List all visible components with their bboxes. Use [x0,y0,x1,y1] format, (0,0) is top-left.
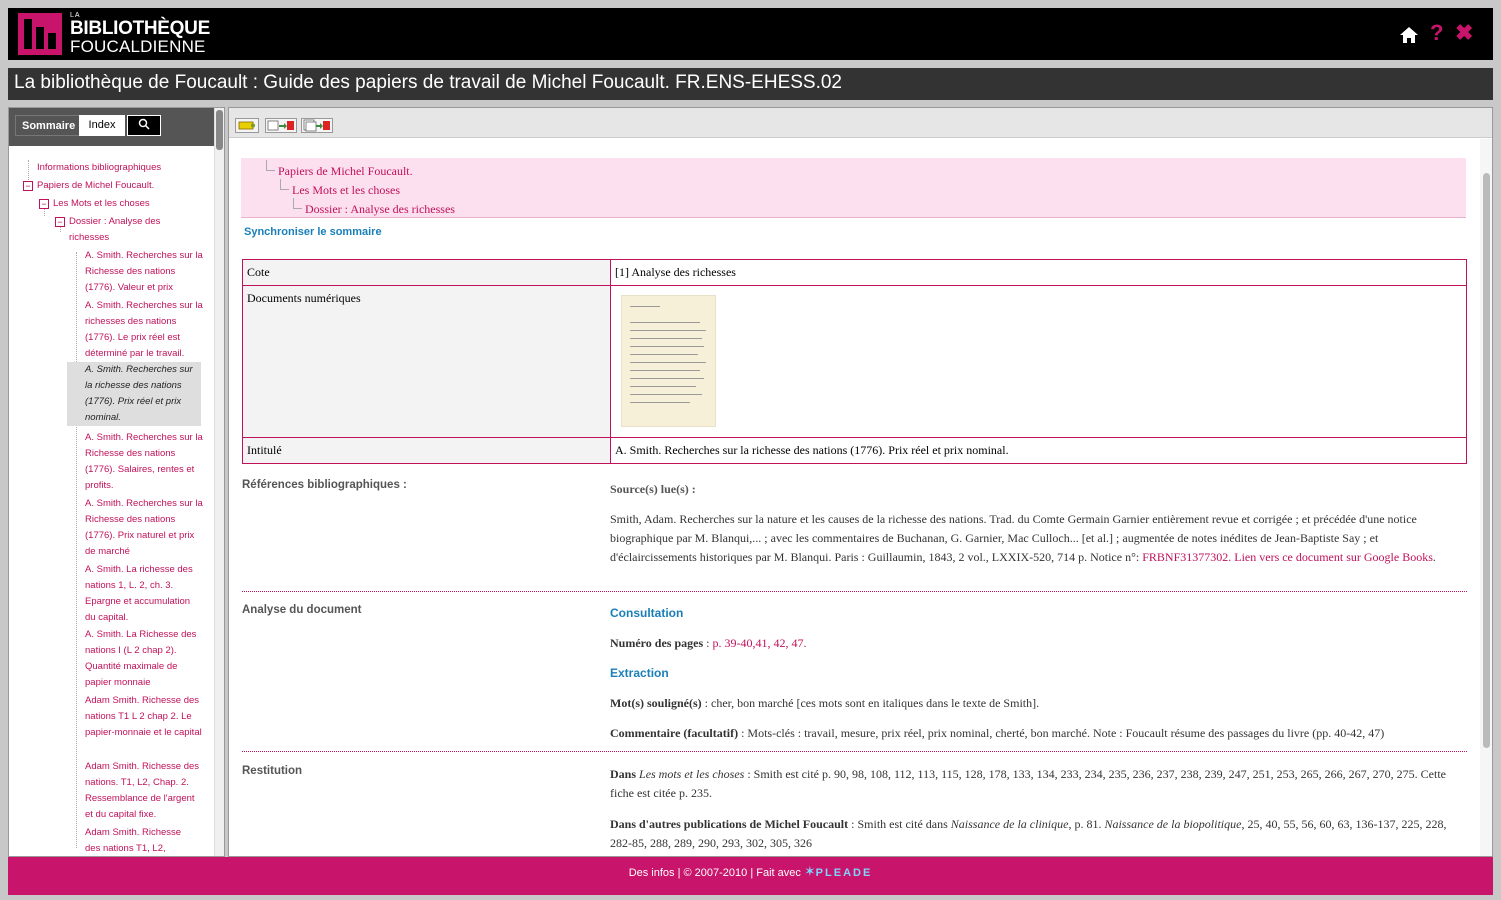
logo-line1: BIBLIOTHÈQUE [70,18,210,39]
tree-item-leaf[interactable]: Adam Smith. Richesse des nations. T1, L2… [85,759,205,823]
breadcrumb: Papiers de Michel Foucault. Les Mots et … [241,158,1466,218]
star-icon: ✶ [803,863,816,879]
sidebar-scroll-thumb[interactable] [216,110,223,150]
table-row: Documents numériques [242,285,1467,438]
footer: Des infos | © 2007-2010 | Fait avec ✶PLE… [8,857,1493,895]
tree-item-leaf[interactable]: Adam Smith. Richesse des nations T1 L 2 … [85,693,205,741]
analyse-body: Consultation Numéro des pages : p. 39-40… [610,604,1466,743]
tree-item-leaf[interactable]: A. Smith. Recherches sur la Richesse des… [85,430,203,494]
text-end: . [1432,550,1436,564]
dans-label: Dans [610,767,637,781]
extraction-heading: Extraction [610,666,669,680]
source-text: Smith, Adam. Recherches sur la nature et… [610,510,1466,567]
tree-item-mots[interactable]: Les Mots et les choses [53,196,203,212]
restitution-text-2a: : Smith est cité dans [848,817,951,831]
document-thumbnail[interactable] [621,295,716,427]
tab-index[interactable]: Index [79,115,125,136]
content-scroll-thumb[interactable] [1483,173,1490,748]
intitule-value: A. Smith. Recherches sur la richesse des… [610,437,1467,464]
tree-item-papiers[interactable]: Papiers de Michel Foucault. [37,178,207,194]
tree-item-informations[interactable]: Informations bibliographiques [37,160,207,176]
content-panel: Papiers de Michel Foucault. Les Mots et … [228,107,1493,857]
mots-row: Mot(s) souligné(s) : cher, bon marché [c… [610,694,1466,713]
references-body: Source(s) lue(s) : Smith, Adam. Recherch… [610,480,1466,567]
tab-search[interactable] [127,115,161,136]
page-title: La bibliothèque de Foucault : Guide des … [8,68,1493,100]
intitule-label: Intitulé [242,437,611,464]
cote-value: [1] Analyse des richesses [610,259,1467,286]
breadcrumb-item[interactable]: Papiers de Michel Foucault. [266,160,413,178]
book-title: Naissance de la clinique [950,817,1069,831]
references-label: Références bibliographiques : [242,479,407,491]
sidebar: Sommaire Index Informations bibliographi… [8,107,225,857]
tree-item-leaf[interactable]: A. Smith. La richesse des nations 1, L. … [85,562,197,626]
logo-line2: FOUCALDIENNE [70,37,206,56]
content-scrollbar[interactable] [1480,139,1492,856]
docs-label: Documents numériques [242,285,611,438]
top-bar: LA BIBLIOTHÈQUE FOUCALDIENNE ? ✖ [8,8,1493,60]
breadcrumb-item[interactable]: Les Mots et les choses [280,179,400,197]
comment-label: Commentaire (facultatif) [610,726,739,740]
notice-link[interactable]: FRBNF31377302 [1142,550,1228,564]
book-title: Les mots et les choses [639,767,745,781]
restitution-text-2b: , p. 81. [1068,817,1105,831]
search-icon [138,118,150,130]
google-books-link[interactable]: Lien vers ce document sur Google Books [1234,550,1433,564]
pleade-text: PLEADE [815,867,873,879]
comment-row: Commentaire (facultatif) : Mots-clés : t… [610,724,1466,743]
mots-value: : cher, bon marché [ces mots sont en ita… [701,696,1040,710]
analyse-label: Analyse du document [242,604,362,616]
sidebar-scrollbar[interactable] [214,108,224,856]
restitution-row-2: Dans d'autres publications de Michel Fou… [610,815,1466,853]
pages-value: p. 39-40,41, 42, 47. [712,636,807,650]
cote-label: Cote [242,259,611,286]
pages-row: Numéro des pages : p. 39-40,41, 42, 47. [610,634,1466,653]
pages-label: Numéro des pages [610,636,704,650]
breadcrumb-item[interactable]: Dossier : Analyse des richesses [293,198,455,216]
book-title: Naissance de la biopolitique [1104,817,1242,831]
tree-item-leaf[interactable]: A. Smith. Recherches sur la Richesse des… [85,496,203,560]
restitution-row-1: Dans Les mots et les choses : Smith est … [610,765,1466,803]
home-icon[interactable] [1399,26,1419,44]
restitution-body: Dans Les mots et les choses : Smith est … [610,765,1466,853]
help-icon[interactable]: ? [1430,22,1443,44]
tag-icon[interactable] [235,118,259,133]
source-label: Source(s) lue(s) : [610,482,696,496]
collapse-icon[interactable]: − [55,217,65,227]
tab-sommaire[interactable]: Sommaire [15,115,83,136]
close-icon[interactable]: ✖ [1455,22,1473,44]
toolbar [229,108,1492,138]
pleade-logo[interactable]: ✶PLEADE [804,863,873,879]
divider [242,591,1467,592]
autres-label: Dans d'autres publications de Michel Fou… [610,817,849,831]
comment-value: : Mots-clés : travail, mesure, prix réel… [738,726,1385,740]
tree-item-active[interactable]: A. Smith. Recherches sur la richesse des… [67,362,201,426]
collapse-icon[interactable]: − [23,181,33,191]
tree-item-leaf[interactable]: A. Smith. Recherches sur la richesses de… [85,298,203,362]
metadata-table: Cote [1] Analyse des richesses Documents… [242,259,1467,464]
footer-text[interactable]: Des infos | © 2007-2010 | Fait avec [629,867,801,879]
export-all-pdf-icon[interactable] [301,118,333,133]
export-pdf-icon[interactable] [265,118,297,133]
tree-item-leaf[interactable]: A. Smith. La Richesse des nations I (L 2… [85,627,203,691]
divider [242,751,1467,752]
tree-item-leaf[interactable]: A. Smith. Recherches sur la Richesse des… [85,248,203,296]
notice-end: . [1228,550,1232,564]
tree-item-dossier[interactable]: Dossier : Analyse des richesses [69,214,179,246]
docs-value [610,285,1467,438]
table-row: Cote [1] Analyse des richesses [242,259,1467,286]
table-row: Intitulé A. Smith. Recherches sur la ric… [242,437,1467,464]
mots-label: Mot(s) souligné(s) [610,696,702,710]
logo-text[interactable]: LA BIBLIOTHÈQUE FOUCALDIENNE [70,12,210,55]
restitution-label: Restitution [242,765,303,777]
logo-icon [18,13,62,55]
consultation-heading: Consultation [610,606,684,620]
collapse-icon[interactable]: − [39,199,49,209]
tree-item-leaf[interactable]: Adam Smith. Richesse des nations T1, L2, [85,825,195,857]
sync-summary-link[interactable]: Synchroniser le sommaire [244,226,382,238]
sidebar-tabs: Sommaire Index [9,108,214,146]
